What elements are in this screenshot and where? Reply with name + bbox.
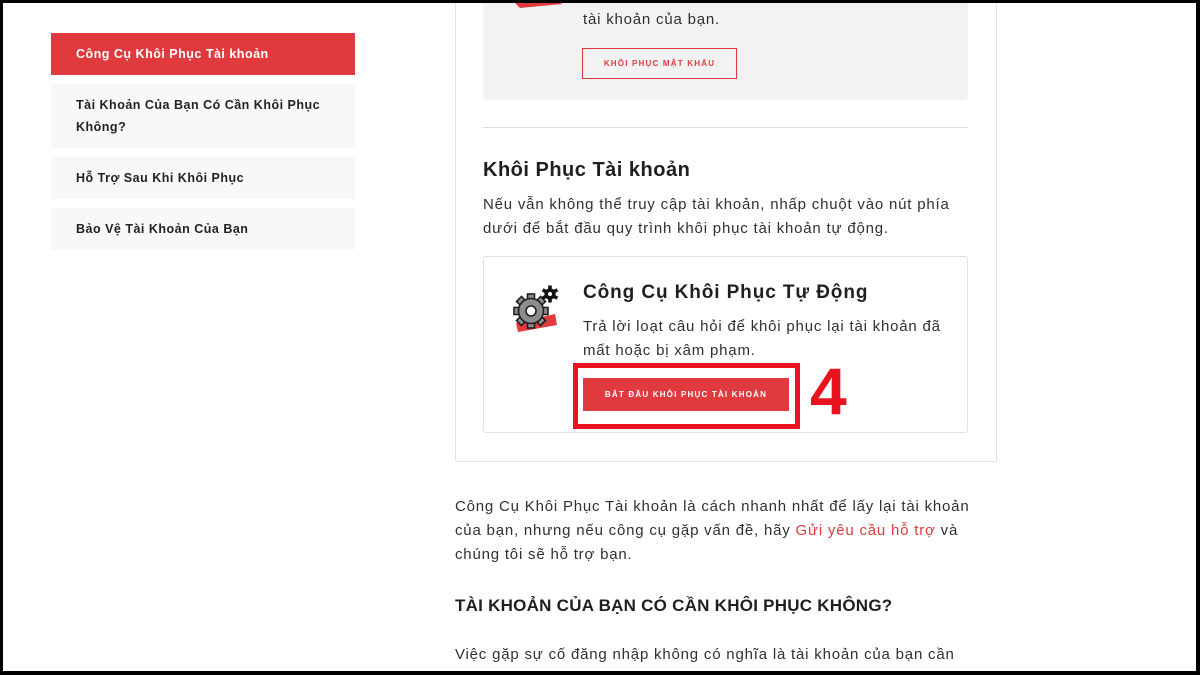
red-brush-icon	[515, 0, 562, 8]
password-reset-panel: tài khoản của bạn. KHÔI PHỤC MẬT KHẨU	[483, 0, 968, 100]
paragraph-line: Công Cụ Khôi Phục Tài khoản là cách nhan…	[455, 498, 970, 515]
section-divider	[483, 127, 968, 128]
description-line: dưới để bắt đầu quy trình khôi phục tài …	[483, 220, 889, 237]
paragraph-line: chúng tôi sẽ hỗ trợ bạn.	[455, 546, 633, 563]
account-recovery-description: Nếu vẫn không thể truy cập tài khoản, nh…	[483, 193, 950, 241]
sidebar-item-protect-account[interactable]: Bảo Vệ Tài Khoản Của Bạn	[51, 208, 355, 250]
tool-card-title: Công Cụ Khôi Phục Tự Động	[583, 282, 869, 303]
reset-password-button-label: KHÔI PHỤC MẬT KHẨU	[603, 59, 716, 68]
need-recovery-paragraph: Việc gặp sự cố đăng nhập không có nghĩa …	[455, 646, 955, 663]
sidebar-item-post-recovery-support[interactable]: Hỗ Trợ Sau Khi Khôi Phục	[51, 157, 355, 199]
gear-icon	[513, 285, 559, 332]
intro-paragraph: Công Cụ Khôi Phục Tài khoản là cách nhan…	[455, 495, 969, 567]
reset-password-button[interactable]: KHÔI PHỤC MẬT KHẨU	[582, 48, 737, 79]
sidebar-item-label: Bảo Vệ Tài Khoản Của Bạn	[76, 222, 249, 236]
description-line: Trả lời loạt câu hỏi để khôi phục lại tà…	[583, 318, 941, 335]
sidebar-item-label: Công Cụ Khôi Phục Tài khoản	[76, 47, 269, 61]
tool-card-description: Trả lời loạt câu hỏi để khôi phục lại tà…	[583, 315, 941, 363]
sidebar-item-label: Hỗ Trợ Sau Khi Khôi Phục	[76, 171, 245, 185]
sidebar-item-recovery-tool[interactable]: Công Cụ Khôi Phục Tài khoản	[51, 33, 355, 75]
sidebar-nav: Công Cụ Khôi Phục Tài khoản Tài Khoản Củ…	[51, 33, 355, 259]
large-gear	[513, 293, 549, 329]
annotation-highlight-box	[573, 363, 800, 429]
need-recovery-heading: TÀI KHOẢN CỦA BẠN CÓ CẦN KHÔI PHỤC KHÔNG…	[455, 596, 893, 615]
account-recovery-heading: Khôi Phục Tài khoản	[483, 159, 691, 181]
sidebar-item-need-recovery[interactable]: Tài Khoản Của Bạn Có Cần Khôi Phục Không…	[51, 84, 355, 148]
sidebar-item-label: Tài Khoản Của Bạn Có Cần Khôi Phục Không…	[76, 98, 321, 134]
red-brush-stroke	[515, 0, 562, 8]
paragraph-text: của bạn, nhưng nếu công cụ gặp vấn đề, h…	[455, 522, 796, 539]
password-reset-description: tài khoản của bạn.	[583, 11, 720, 28]
description-line: Nếu vẫn không thể truy cập tài khoản, nh…	[483, 196, 950, 213]
submit-support-request-link[interactable]: Gửi yêu cầu hỗ trợ	[796, 522, 936, 539]
paragraph-text: và	[935, 522, 959, 539]
description-line: mất hoặc bị xâm phạm.	[583, 342, 756, 359]
annotation-step-number: 4	[810, 354, 847, 428]
paragraph-line: của bạn, nhưng nếu công cụ gặp vấn đề, h…	[455, 519, 969, 543]
